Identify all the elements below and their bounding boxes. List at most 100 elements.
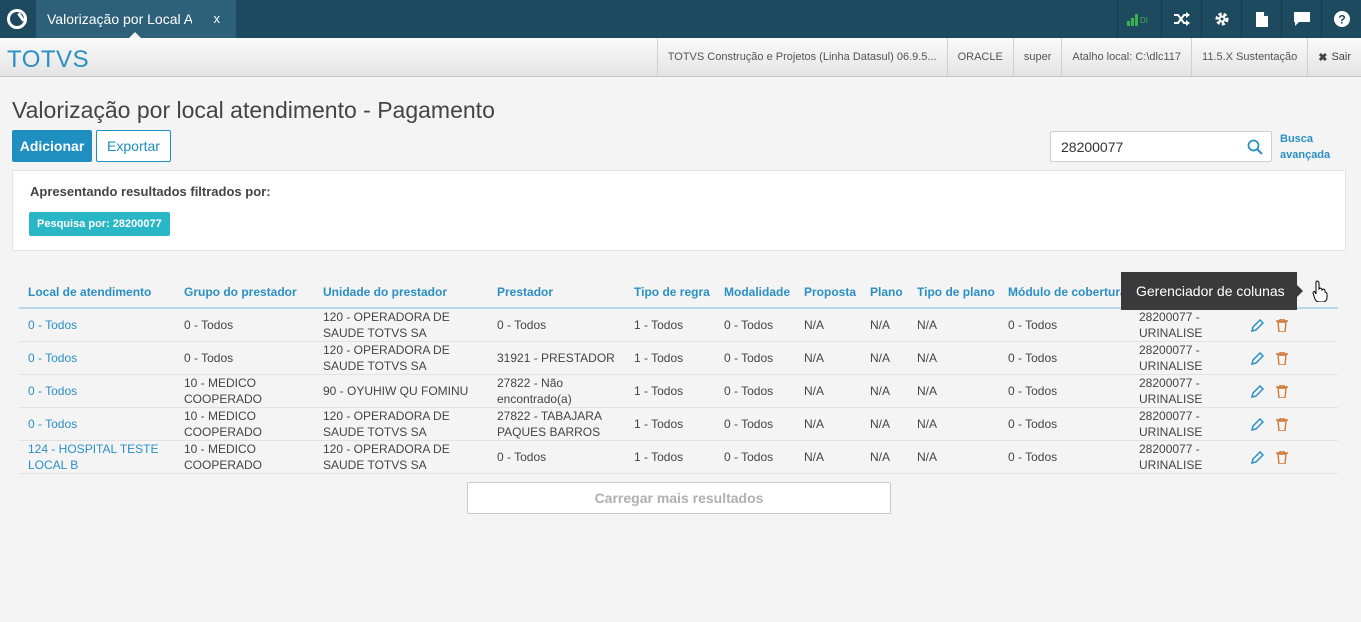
gear-icon[interactable] (1201, 0, 1241, 38)
cell-tipo-regra: 1 - Todos (625, 440, 715, 474)
cell-local-link[interactable]: 0 - Todos (19, 308, 175, 342)
header-local[interactable]: Local de atendimento (19, 276, 175, 309)
header-grupo[interactable]: Grupo do prestador (175, 276, 314, 309)
cell-procedimento: 28200077 - URINALISE (1130, 341, 1242, 375)
cell-tipo-plano: N/A (908, 374, 999, 408)
cell-modulo: 0 - Todos (999, 374, 1130, 408)
cell-grupo: 0 - Todos (175, 341, 314, 375)
cell-prestador: 31921 - PRESTADOR (488, 341, 625, 375)
search-input[interactable]: 28200077 (1050, 131, 1272, 162)
cell-tipo-regra: 1 - Todos (625, 308, 715, 342)
cell-local-link[interactable]: 0 - Todos (19, 374, 175, 408)
cell-modulo: 0 - Todos (999, 440, 1130, 474)
signal-icon[interactable]: DI (1117, 0, 1161, 38)
table-row: 0 - Todos 10 - MEDICO COOPERADO 120 - OP… (19, 407, 1338, 441)
cell-modalidade: 0 - Todos (715, 374, 795, 408)
cell-plano: N/A (861, 341, 908, 375)
cell-modulo: 0 - Todos (999, 341, 1130, 375)
advanced-search-link[interactable]: Busca avançada (1280, 131, 1340, 163)
shortcut-info[interactable]: Atalho local: C:\dlc117 (1061, 38, 1191, 76)
header-modalidade[interactable]: Modalidade (715, 276, 795, 309)
cell-prestador: 0 - Todos (488, 308, 625, 342)
help-icon[interactable]: ? (1321, 0, 1361, 38)
cell-local-link[interactable]: 0 - Todos (19, 341, 175, 375)
version-info[interactable]: 11.5.X Sustentação (1191, 38, 1307, 76)
cell-procedimento: 28200077 - URINALISE (1130, 440, 1242, 474)
cell-actions (1242, 341, 1338, 375)
cell-actions (1242, 308, 1338, 342)
cell-prestador: 27822 - TABAJARA PAQUES BARROS (488, 407, 625, 441)
load-more-button[interactable]: Carregar mais resultados (467, 482, 891, 514)
cell-modalidade: 0 - Todos (715, 341, 795, 375)
edit-icon[interactable] (1251, 318, 1264, 332)
close-icon: ✖ (1318, 51, 1328, 64)
cell-plano: N/A (861, 440, 908, 474)
cell-modalidade: 0 - Todos (715, 407, 795, 441)
cell-tipo-regra: 1 - Todos (625, 407, 715, 441)
cell-plano: N/A (861, 308, 908, 342)
cell-tipo-plano: N/A (908, 341, 999, 375)
header-proposta[interactable]: Proposta (795, 276, 861, 309)
info-bar: TOTVS TOTVS Construção e Projetos (Linha… (0, 38, 1361, 77)
cell-procedimento: 28200077 - URINALISE (1130, 308, 1242, 342)
cell-unidade: 120 - OPERADORA DE SAUDE TOTVS SA (314, 407, 488, 441)
cell-proposta: N/A (795, 407, 861, 441)
cell-actions (1242, 407, 1338, 441)
hand-cursor-icon (1312, 280, 1328, 302)
filter-chip[interactable]: Pesquisa por: 28200077 (29, 212, 170, 236)
column-manager-tooltip: Gerenciador de colunas (1121, 272, 1297, 310)
product-info[interactable]: TOTVS Construção e Projetos (Linha Datas… (656, 38, 947, 76)
header-unidade[interactable]: Unidade do prestador (314, 276, 488, 309)
delete-icon[interactable] (1276, 384, 1288, 398)
delete-icon[interactable] (1276, 450, 1288, 464)
logout-button[interactable]: ✖ Sair (1307, 38, 1361, 76)
delete-icon[interactable] (1276, 417, 1288, 431)
chat-icon[interactable] (1281, 0, 1321, 38)
filter-panel: Apresentando resultados filtrados por: P… (12, 170, 1346, 251)
cell-tipo-plano: N/A (908, 440, 999, 474)
cell-local-link[interactable]: 124 - HOSPITAL TESTE LOCAL B (19, 440, 175, 474)
header-tipo-regra[interactable]: Tipo de regra (625, 276, 715, 309)
cell-tipo-regra: 1 - Todos (625, 341, 715, 375)
edit-icon[interactable] (1251, 384, 1264, 398)
header-plano[interactable]: Plano (861, 276, 908, 309)
shuffle-icon[interactable] (1161, 0, 1201, 38)
cell-proposta: N/A (795, 440, 861, 474)
top-icon-group: DI ? (1117, 0, 1361, 38)
cell-local-link[interactable]: 0 - Todos (19, 407, 175, 441)
header-prestador[interactable]: Prestador (488, 276, 625, 309)
table-row: 0 - Todos 0 - Todos 120 - OPERADORA DE S… (19, 308, 1338, 342)
header-modulo[interactable]: Módulo de cobertura (999, 276, 1130, 309)
edit-icon[interactable] (1251, 450, 1264, 464)
cell-proposta: N/A (795, 341, 861, 375)
table-row: 124 - HOSPITAL TESTE LOCAL B 10 - MEDICO… (19, 440, 1338, 474)
menu-logo-button[interactable] (0, 0, 34, 38)
top-navigation-bar: Valorização por Local Atendimento x DI ? (0, 0, 1361, 39)
tab-title: Valorização por Local Atendimento (47, 11, 192, 27)
cell-grupo: 10 - MEDICO COOPERADO (175, 407, 314, 441)
tab-close-icon[interactable]: x (214, 11, 221, 26)
cell-plano: N/A (861, 374, 908, 408)
edit-icon[interactable] (1251, 417, 1264, 431)
cell-grupo: 10 - MEDICO COOPERADO (175, 374, 314, 408)
add-button[interactable]: Adicionar (12, 130, 92, 162)
delete-icon[interactable] (1276, 351, 1288, 365)
database-info[interactable]: ORACLE (946, 38, 1013, 76)
svg-text:?: ? (1338, 13, 1345, 27)
logout-label: Sair (1331, 51, 1351, 63)
cell-prestador: 27822 - Não encontrado(a) (488, 374, 625, 408)
cell-tipo-plano: N/A (908, 407, 999, 441)
cell-tipo-regra: 1 - Todos (625, 374, 715, 408)
delete-icon[interactable] (1276, 318, 1288, 332)
export-button[interactable]: Exportar (96, 130, 171, 162)
cell-proposta: N/A (795, 308, 861, 342)
tab-valorizacao[interactable]: Valorização por Local Atendimento x (36, 0, 236, 39)
edit-icon[interactable] (1251, 351, 1264, 365)
header-tipo-plano[interactable]: Tipo de plano (908, 276, 999, 309)
cell-actions (1242, 440, 1338, 474)
cell-tipo-plano: N/A (908, 308, 999, 342)
search-icon[interactable] (1247, 139, 1263, 155)
document-icon[interactable] (1241, 0, 1281, 38)
table-row: 0 - Todos 0 - Todos 120 - OPERADORA DE S… (19, 341, 1338, 375)
user-info[interactable]: super (1012, 38, 1062, 76)
